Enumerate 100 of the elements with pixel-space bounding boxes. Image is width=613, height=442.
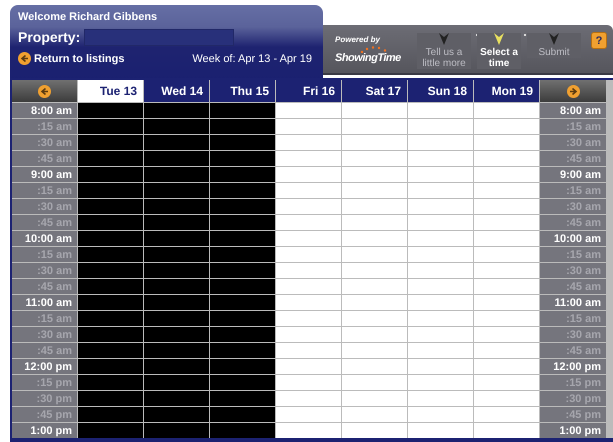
time-slot[interactable] bbox=[342, 295, 407, 310]
time-slot[interactable] bbox=[474, 327, 539, 342]
time-slot[interactable] bbox=[474, 135, 539, 150]
time-slot[interactable] bbox=[474, 391, 539, 406]
time-slot[interactable] bbox=[276, 375, 341, 390]
time-slot[interactable] bbox=[276, 279, 341, 294]
time-slot[interactable] bbox=[276, 151, 341, 166]
time-slot[interactable] bbox=[342, 263, 407, 278]
time-slot[interactable] bbox=[408, 279, 473, 294]
time-slot[interactable] bbox=[474, 279, 539, 294]
time-slot[interactable] bbox=[474, 167, 539, 182]
return-link[interactable]: Return to listings bbox=[18, 52, 124, 65]
time-slot[interactable] bbox=[408, 135, 473, 150]
time-slot[interactable] bbox=[408, 311, 473, 326]
time-slot[interactable] bbox=[276, 263, 341, 278]
time-slot[interactable] bbox=[408, 375, 473, 390]
time-slot[interactable] bbox=[474, 359, 539, 374]
time-slot[interactable] bbox=[342, 215, 407, 230]
time-slot[interactable] bbox=[342, 279, 407, 294]
time-slot[interactable] bbox=[408, 407, 473, 422]
time-slot[interactable] bbox=[342, 247, 407, 262]
time-slot[interactable] bbox=[276, 215, 341, 230]
time-slot[interactable] bbox=[342, 375, 407, 390]
time-slot[interactable] bbox=[276, 391, 341, 406]
time-slot[interactable] bbox=[342, 135, 407, 150]
time-slot[interactable] bbox=[276, 167, 341, 182]
day-header[interactable]: Fri 16 bbox=[276, 80, 341, 102]
time-slot[interactable] bbox=[408, 199, 473, 214]
time-slot[interactable] bbox=[408, 359, 473, 374]
next-week-button[interactable] bbox=[566, 84, 580, 98]
time-slot[interactable] bbox=[474, 199, 539, 214]
time-slot[interactable] bbox=[408, 119, 473, 134]
time-slot[interactable] bbox=[474, 423, 539, 438]
time-slot[interactable] bbox=[408, 247, 473, 262]
time-slot[interactable] bbox=[342, 199, 407, 214]
time-slot[interactable] bbox=[342, 391, 407, 406]
time-slot[interactable] bbox=[474, 343, 539, 358]
time-slot[interactable] bbox=[408, 151, 473, 166]
time-slot[interactable] bbox=[408, 215, 473, 230]
time-slot[interactable] bbox=[342, 423, 407, 438]
time-slot[interactable] bbox=[342, 231, 407, 246]
time-slot[interactable] bbox=[342, 151, 407, 166]
time-slot[interactable] bbox=[474, 119, 539, 134]
step-label: Select a time bbox=[479, 47, 519, 69]
time-slot[interactable] bbox=[276, 295, 341, 310]
time-slot[interactable] bbox=[276, 135, 341, 150]
time-label: 11:00 am bbox=[540, 295, 606, 310]
time-slot[interactable] bbox=[276, 311, 341, 326]
time-slot[interactable] bbox=[342, 167, 407, 182]
time-slot[interactable] bbox=[474, 295, 539, 310]
time-slot[interactable] bbox=[408, 183, 473, 198]
powered-by-text: Powered by bbox=[335, 34, 382, 44]
time-slot[interactable] bbox=[408, 327, 473, 342]
time-slot[interactable] bbox=[276, 423, 341, 438]
time-slot[interactable] bbox=[474, 311, 539, 326]
time-label: 12:00 pm bbox=[12, 359, 77, 374]
time-slot[interactable] bbox=[408, 231, 473, 246]
time-slot[interactable] bbox=[474, 103, 539, 118]
time-slot[interactable] bbox=[276, 343, 341, 358]
day-header[interactable]: Sat 17 bbox=[342, 80, 407, 102]
time-slot[interactable] bbox=[474, 263, 539, 278]
time-slot[interactable] bbox=[342, 311, 407, 326]
time-slot[interactable] bbox=[276, 231, 341, 246]
help-button[interactable]: ? bbox=[591, 32, 607, 49]
time-slot[interactable] bbox=[474, 215, 539, 230]
logo-dots-icon bbox=[359, 44, 389, 52]
day-header[interactable]: Tue 13 bbox=[78, 80, 143, 102]
time-slot[interactable] bbox=[276, 359, 341, 374]
time-slot[interactable] bbox=[474, 407, 539, 422]
time-slot[interactable] bbox=[474, 375, 539, 390]
time-slot[interactable] bbox=[342, 343, 407, 358]
time-slot[interactable] bbox=[276, 103, 341, 118]
time-slot[interactable] bbox=[474, 247, 539, 262]
time-slot[interactable] bbox=[342, 327, 407, 342]
time-slot[interactable] bbox=[342, 103, 407, 118]
time-slot[interactable] bbox=[276, 327, 341, 342]
time-slot[interactable] bbox=[408, 423, 473, 438]
time-slot[interactable] bbox=[276, 119, 341, 134]
day-header[interactable]: Mon 19 bbox=[474, 80, 539, 102]
time-slot[interactable] bbox=[342, 359, 407, 374]
time-slot[interactable] bbox=[474, 151, 539, 166]
previous-week-button[interactable] bbox=[38, 84, 51, 98]
time-slot[interactable] bbox=[276, 247, 341, 262]
time-slot[interactable] bbox=[342, 119, 407, 134]
day-header[interactable]: Thu 15 bbox=[210, 80, 275, 102]
time-slot[interactable] bbox=[276, 407, 341, 422]
day-header[interactable]: Wed 14 bbox=[144, 80, 209, 102]
time-slot[interactable] bbox=[474, 231, 539, 246]
time-slot[interactable] bbox=[408, 295, 473, 310]
time-slot[interactable] bbox=[408, 167, 473, 182]
time-slot[interactable] bbox=[408, 263, 473, 278]
time-slot[interactable] bbox=[474, 183, 539, 198]
day-header[interactable]: Sun 18 bbox=[408, 80, 473, 102]
time-slot[interactable] bbox=[408, 391, 473, 406]
time-slot[interactable] bbox=[342, 407, 407, 422]
time-slot[interactable] bbox=[408, 343, 473, 358]
time-slot[interactable] bbox=[276, 199, 341, 214]
time-slot[interactable] bbox=[276, 183, 341, 198]
time-slot[interactable] bbox=[342, 183, 407, 198]
time-slot[interactable] bbox=[408, 103, 473, 118]
